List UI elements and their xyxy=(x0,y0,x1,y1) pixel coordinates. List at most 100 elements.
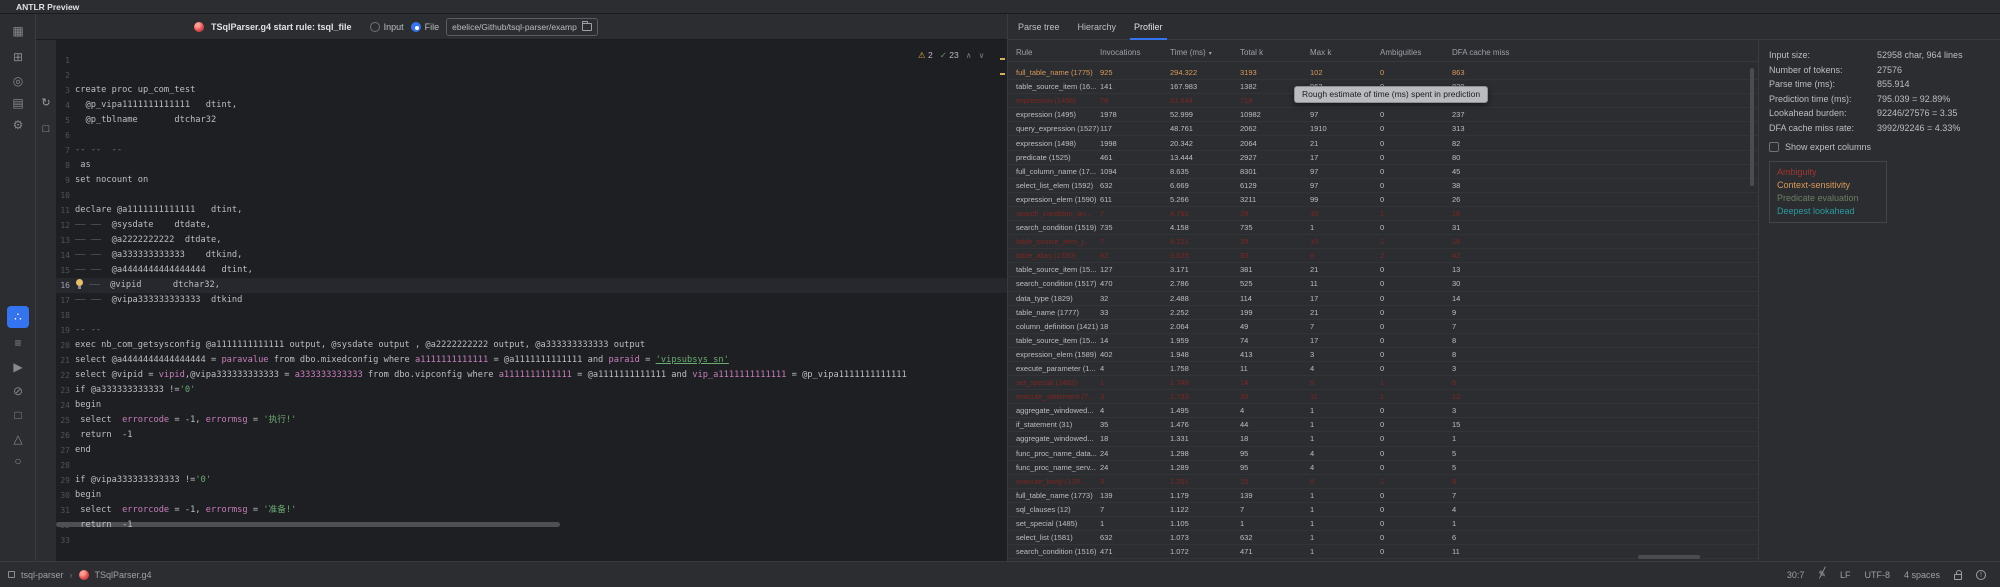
code-line-26[interactable]: 26 return -1 xyxy=(56,428,1007,443)
profiler-row[interactable]: table_source_item (15...1273.17138121013 xyxy=(1008,263,1758,277)
code-line-25[interactable]: 25 select errorcode = -1, errormsg = '执行… xyxy=(56,413,1007,428)
readonly-icon[interactable]: ✎ xyxy=(1818,569,1826,580)
line-number[interactable]: 5 xyxy=(56,113,70,128)
indent-setting[interactable]: 4 spaces xyxy=(1904,570,1940,580)
line-number[interactable]: 28 xyxy=(56,458,70,473)
line-number[interactable]: 32 xyxy=(56,518,70,533)
code-line-17[interactable]: 17—— —— @vipa333333333333 dtkind xyxy=(56,293,1007,308)
input-radio[interactable] xyxy=(370,22,380,32)
code-line-14[interactable]: 14—— —— @a333333333333 dtkind, xyxy=(56,248,1007,263)
line-number[interactable]: 1 xyxy=(56,53,70,68)
column-header-dfa-cache-miss[interactable]: DFA cache miss xyxy=(1452,48,1758,57)
table-horizontal-scrollbar[interactable] xyxy=(1638,555,1700,559)
profiler-row[interactable]: sql_clauses (12)71.1227104 xyxy=(1008,503,1758,517)
line-number[interactable]: 9 xyxy=(56,173,70,188)
profiler-row[interactable]: aggregate_windowed...181.33118101 xyxy=(1008,432,1758,446)
column-header-time-ms-[interactable]: Time (ms)▾ xyxy=(1170,48,1240,57)
profiler-row[interactable]: expression (1495)197852.99910982970237 xyxy=(1008,108,1758,122)
profiler-row[interactable]: table_name (1777)332.2521992109 xyxy=(1008,306,1758,320)
show-expert-columns-checkbox[interactable]: Show expert columns xyxy=(1769,142,2000,152)
code-line-4[interactable]: 4 @p_vipa1111111111111 dtint, xyxy=(56,98,1007,113)
profiler-row[interactable]: column_definition (1421)182.06449707 xyxy=(1008,320,1758,334)
code-line-29[interactable]: 29if @vipa333333333333 !='0' xyxy=(56,473,1007,488)
profiler-row[interactable]: predicate (1525)46113.444292717080 xyxy=(1008,151,1758,165)
line-number[interactable]: 3 xyxy=(56,83,70,98)
code-line-11[interactable]: 11declare @a1111111111111 dtint, xyxy=(56,203,1007,218)
line-number[interactable]: 30 xyxy=(56,488,70,503)
notifications-icon[interactable]: ○ xyxy=(7,450,29,472)
search-icon[interactable]: ◎ xyxy=(7,70,29,92)
code-line-6[interactable]: 6 xyxy=(56,128,1007,143)
encoding[interactable]: UTF-8 xyxy=(1864,570,1890,580)
code-line-13[interactable]: 13—— —— @a2222222222 dtdate, xyxy=(56,233,1007,248)
lock-icon[interactable] xyxy=(1954,574,1962,580)
profiler-row[interactable]: full_table_name (1773)1391.179139107 xyxy=(1008,489,1758,503)
profiler-row[interactable]: full_table_name (1775)925294.32231931020… xyxy=(1008,66,1758,80)
code-line-18[interactable]: 18 xyxy=(56,308,1007,323)
file-radio-label[interactable]: File xyxy=(425,22,440,32)
code-line-19[interactable]: 19-- -- xyxy=(56,323,1007,338)
code-editor[interactable]: ⚠ 2 ✓ 23 ∧ ∨ 123create proc up_com_test4… xyxy=(56,40,1007,561)
column-header-ambiguities[interactable]: Ambiguities xyxy=(1380,48,1452,57)
code-line-1[interactable]: 1 xyxy=(56,53,1007,68)
line-number[interactable]: 21 xyxy=(56,353,70,368)
profiler-row[interactable]: table_source_item_j...74.1212910116 xyxy=(1008,235,1758,249)
line-number[interactable]: 7 xyxy=(56,143,70,158)
line-number[interactable]: 18 xyxy=(56,308,70,323)
column-header-max-k[interactable]: Max k xyxy=(1310,48,1380,57)
profiler-row[interactable]: select_list_elem (1592)6326.669612997038 xyxy=(1008,179,1758,193)
project-icon[interactable]: ▦ xyxy=(7,20,29,42)
code-line-33[interactable]: 33 xyxy=(56,533,1007,548)
profiler-row[interactable]: search_condition (1519)7354.1587351031 xyxy=(1008,221,1758,235)
profiler-row[interactable]: set_special (1482)11.74614915 xyxy=(1008,376,1758,390)
input-radio-label[interactable]: Input xyxy=(384,22,404,32)
browse-folder-icon[interactable] xyxy=(582,23,592,31)
tab-parse-tree[interactable]: Parse tree xyxy=(1018,14,1060,40)
todo-icon[interactable]: △ xyxy=(7,428,29,450)
profiler-row[interactable]: execute_statement (7...31.7333011112 xyxy=(1008,390,1758,404)
line-number[interactable]: 25 xyxy=(56,413,70,428)
profiler-row[interactable]: expression_elem (1590)6115.266321199026 xyxy=(1008,193,1758,207)
code-line-24[interactable]: 24begin xyxy=(56,398,1007,413)
profiler-row[interactable]: data_type (1829)322.48811417014 xyxy=(1008,292,1758,306)
code-line-30[interactable]: 30begin xyxy=(56,488,1007,503)
breadcrumb-root[interactable]: tsql-parser xyxy=(21,570,64,580)
column-header-total-k[interactable]: Total k xyxy=(1240,48,1310,57)
code-line-20[interactable]: 20exec nb_com_getsysconfig @a11111111111… xyxy=(56,338,1007,353)
run-icon[interactable]: ▶ xyxy=(7,356,29,378)
code-line-7[interactable]: 7-- -- -- xyxy=(56,143,1007,158)
code-line-9[interactable]: 9set nocount on xyxy=(56,173,1007,188)
code-line-22[interactable]: 22select @vipid = vipid,@vipa33333333333… xyxy=(56,368,1007,383)
profiler-row[interactable]: expression_elem (1589)4021.948413308 xyxy=(1008,348,1758,362)
profiler-row[interactable]: table_alias (1760)623.625938242 xyxy=(1008,249,1758,263)
line-number[interactable]: 19 xyxy=(56,323,70,338)
line-number[interactable]: 12 xyxy=(56,218,70,233)
code-line-12[interactable]: 12—— —— @sysdate dtdate, xyxy=(56,218,1007,233)
code-line-5[interactable]: 5 @p_tblname dtchar32 xyxy=(56,113,1007,128)
code-line-8[interactable]: 8 as xyxy=(56,158,1007,173)
profiler-row[interactable]: select_list (1581)6321.073632106 xyxy=(1008,531,1758,545)
code-line-16[interactable]: 16 —— @vipid dtchar32, xyxy=(56,278,1007,293)
line-number[interactable]: 29 xyxy=(56,473,70,488)
settings-icon[interactable]: ⚙ xyxy=(7,114,29,136)
profiler-row[interactable]: execute_parameter (1...41.75811403 xyxy=(1008,362,1758,376)
breadcrumb-file[interactable]: TSqlParser.g4 xyxy=(95,570,152,580)
code-line-3[interactable]: 3create proc up_com_test xyxy=(56,83,1007,98)
line-number[interactable]: 4 xyxy=(56,98,70,113)
services-icon[interactable]: □ xyxy=(7,404,29,426)
line-number[interactable]: 23 xyxy=(56,383,70,398)
line-number[interactable]: 2 xyxy=(56,68,70,83)
code-line-21[interactable]: 21select @a4444444444444444 = paravalue … xyxy=(56,353,1007,368)
line-number[interactable]: 22 xyxy=(56,368,70,383)
line-number[interactable]: 6 xyxy=(56,128,70,143)
column-header-invocations[interactable]: Invocations xyxy=(1100,48,1170,57)
line-number[interactable]: 20 xyxy=(56,338,70,353)
tab-profiler[interactable]: Profiler xyxy=(1134,14,1163,40)
line-number[interactable]: 13 xyxy=(56,233,70,248)
profiler-row[interactable]: aggregate_windowed...41.4954103 xyxy=(1008,404,1758,418)
line-number[interactable]: 27 xyxy=(56,443,70,458)
code-line-15[interactable]: 15—— —— @a4444444444444444 dtint, xyxy=(56,263,1007,278)
table-vertical-scrollbar[interactable] xyxy=(1750,68,1754,186)
line-number[interactable]: 15 xyxy=(56,263,70,278)
code-line-32[interactable]: 32 return -1 xyxy=(56,518,1007,533)
